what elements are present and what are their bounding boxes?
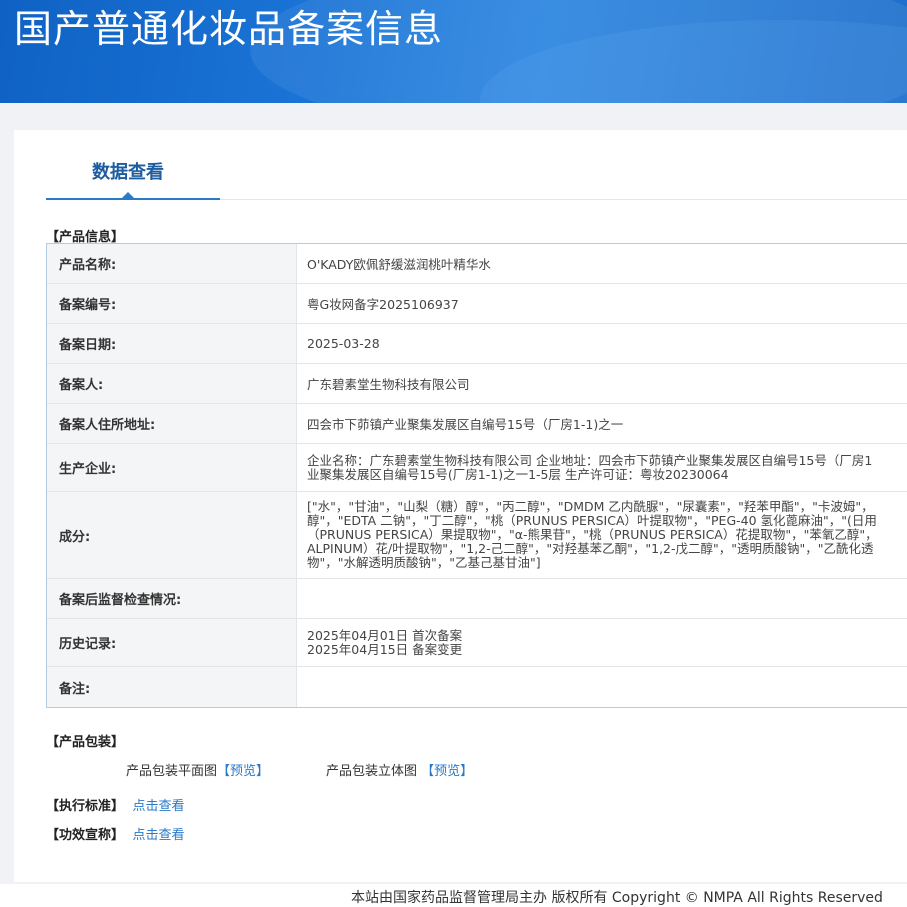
field-value-line: 四会市下茆镇产业聚集发展区自编号15号（厂房1-1)之一	[307, 417, 624, 432]
packaging-stereo-label: 产品包装立体图	[326, 764, 418, 779]
field-label: 备注:	[47, 667, 297, 707]
page-title: 国产普通化妆品备案信息	[14, 7, 444, 51]
field-label: 备案编号:	[47, 284, 297, 323]
table-row: 备案编号: 粤G妆网备字2025106937	[47, 284, 907, 324]
table-row: 备案人: 广东碧素堂生物科技有限公司	[47, 364, 907, 404]
field-value: 广东碧素堂生物科技有限公司	[297, 364, 907, 403]
table-row: 历史记录: 2025年04月01日 首次备案 2025年04月15日 备案变更	[47, 619, 907, 667]
field-label: 备案人住所地址:	[47, 404, 297, 443]
table-row: 产品名称: O'KADY欧佩舒缓滋润桃叶精华水	[47, 244, 907, 284]
field-value: 2025-03-28	[297, 324, 907, 363]
field-value-line: ["水"，"甘油"，"山梨（糖）醇"，"丙二醇"，"DMDM 乙内酰脲"，"尿囊…	[307, 499, 874, 514]
field-label: 产品名称:	[47, 244, 297, 283]
table-row: 备案后监督检查情况:	[47, 579, 907, 619]
field-label: 备案人:	[47, 364, 297, 403]
packaging-flat-item: 产品包装平面图【预览】	[126, 760, 269, 779]
tab-bar: 数据查看	[46, 130, 907, 200]
efficacy-label: 【功效宣称】	[46, 828, 125, 843]
field-value-line: ALPINUM）花/叶提取物"，"1,2-己二醇"，"对羟基苯乙酮"，"1,2-…	[307, 541, 874, 556]
standard-label: 【执行标准】	[46, 799, 125, 814]
field-value-line: 广东碧素堂生物科技有限公司	[307, 377, 470, 392]
header-banner: 国产普通化妆品备案信息	[0, 0, 907, 103]
field-label: 备案后监督检查情况:	[47, 579, 297, 618]
section-title-efficacy: 【功效宣称】 点击查看	[46, 824, 185, 843]
field-value-line: 2025-03-28	[307, 336, 380, 351]
packaging-flat-preview-link[interactable]: 【预览】	[217, 764, 269, 779]
field-value-line: 醇"，"EDTA 二钠"，"丁二醇"，"桃（PRUNUS PERSICA）叶提取…	[307, 513, 877, 528]
field-value	[297, 667, 907, 707]
packaging-stereo-item: 产品包装立体图 【预览】	[326, 760, 473, 779]
field-label: 历史记录:	[47, 619, 297, 666]
tab-label: 数据查看	[92, 162, 164, 183]
product-info-table: 产品名称: O'KADY欧佩舒缓滋润桃叶精华水 备案编号: 粤G妆网备字2025106…	[46, 243, 907, 708]
field-value: 粤G妆网备字2025106937	[297, 284, 907, 323]
table-row: 备案日期: 2025-03-28	[47, 324, 907, 364]
section-title-packaging: 【产品包装】	[46, 735, 125, 750]
field-value: O'KADY欧佩舒缓滋润桃叶精华水	[297, 244, 907, 283]
field-value-line: 业聚集发展区自编号15号(厂房1-1)之一1-5层 生产许可证：粤妆202300…	[307, 466, 729, 482]
field-value: 四会市下茆镇产业聚集发展区自编号15号（厂房1-1)之一	[297, 404, 907, 443]
field-value-line: O'KADY欧佩舒缓滋润桃叶精华水	[307, 257, 491, 272]
table-row: 备注:	[47, 667, 907, 707]
packaging-flat-label: 产品包装平面图	[126, 764, 218, 779]
field-label: 备案日期:	[47, 324, 297, 363]
table-row: 成分: ["水"，"甘油"，"山梨（糖）醇"，"丙二醇"，"DMDM 乙内酰脲"，…	[47, 492, 907, 579]
standard-view-link[interactable]: 点击查看	[133, 799, 185, 814]
table-row: 生产企业: 企业名称：广东碧素堂生物科技有限公司 企业地址：四会市下茆镇产业聚集发…	[47, 444, 907, 492]
field-value-line: 粤G妆网备字2025106937	[307, 297, 459, 312]
field-value-line: 物"，"水解透明质酸钠"，"乙基己基甘油"]	[307, 555, 541, 570]
packaging-stereo-preview-link[interactable]: 【预览】	[421, 764, 473, 779]
field-value-line: 企业名称：广东碧素堂生物科技有限公司 企业地址：四会市下茆镇产业聚集发展区自编号…	[307, 452, 873, 468]
table-row: 备案人住所地址: 四会市下茆镇产业聚集发展区自编号15号（厂房1-1)之一	[47, 404, 907, 444]
field-value: 企业名称：广东碧素堂生物科技有限公司 企业地址：四会市下茆镇产业聚集发展区自编号…	[297, 444, 907, 491]
efficacy-view-link[interactable]: 点击查看	[133, 828, 185, 843]
field-label: 成分:	[47, 492, 297, 578]
field-value-line: 2025年04月01日 首次备案	[307, 627, 463, 643]
footer: 本站由国家药品监督管理局主办 版权所有 Copyright © NMPA All…	[0, 884, 907, 907]
field-label: 生产企业:	[47, 444, 297, 491]
field-value: ["水"，"甘油"，"山梨（糖）醇"，"丙二醇"，"DMDM 乙内酰脲"，"尿囊…	[297, 492, 907, 578]
field-value-line: （PRUNUS PERSICA）果提取物"，"α-熊果苷"，"桃（PRUNUS …	[307, 527, 878, 542]
section-title-standard: 【执行标准】 点击查看	[46, 795, 185, 814]
tab-active-caret-icon	[121, 192, 135, 199]
content-panel: 数据查看 【产品信息】 产品名称: O'KADY欧佩舒缓滋润桃叶精华水 备案编号: 粤…	[14, 130, 907, 882]
field-value	[297, 579, 907, 618]
tab-data-view[interactable]: 数据查看	[46, 130, 220, 200]
footer-copyright: 本站由国家药品监督管理局主办 版权所有 Copyright © NMPA All…	[351, 890, 883, 906]
field-value: 2025年04月01日 首次备案 2025年04月15日 备案变更	[297, 619, 907, 666]
field-value-line: 2025年04月15日 备案变更	[307, 641, 463, 657]
